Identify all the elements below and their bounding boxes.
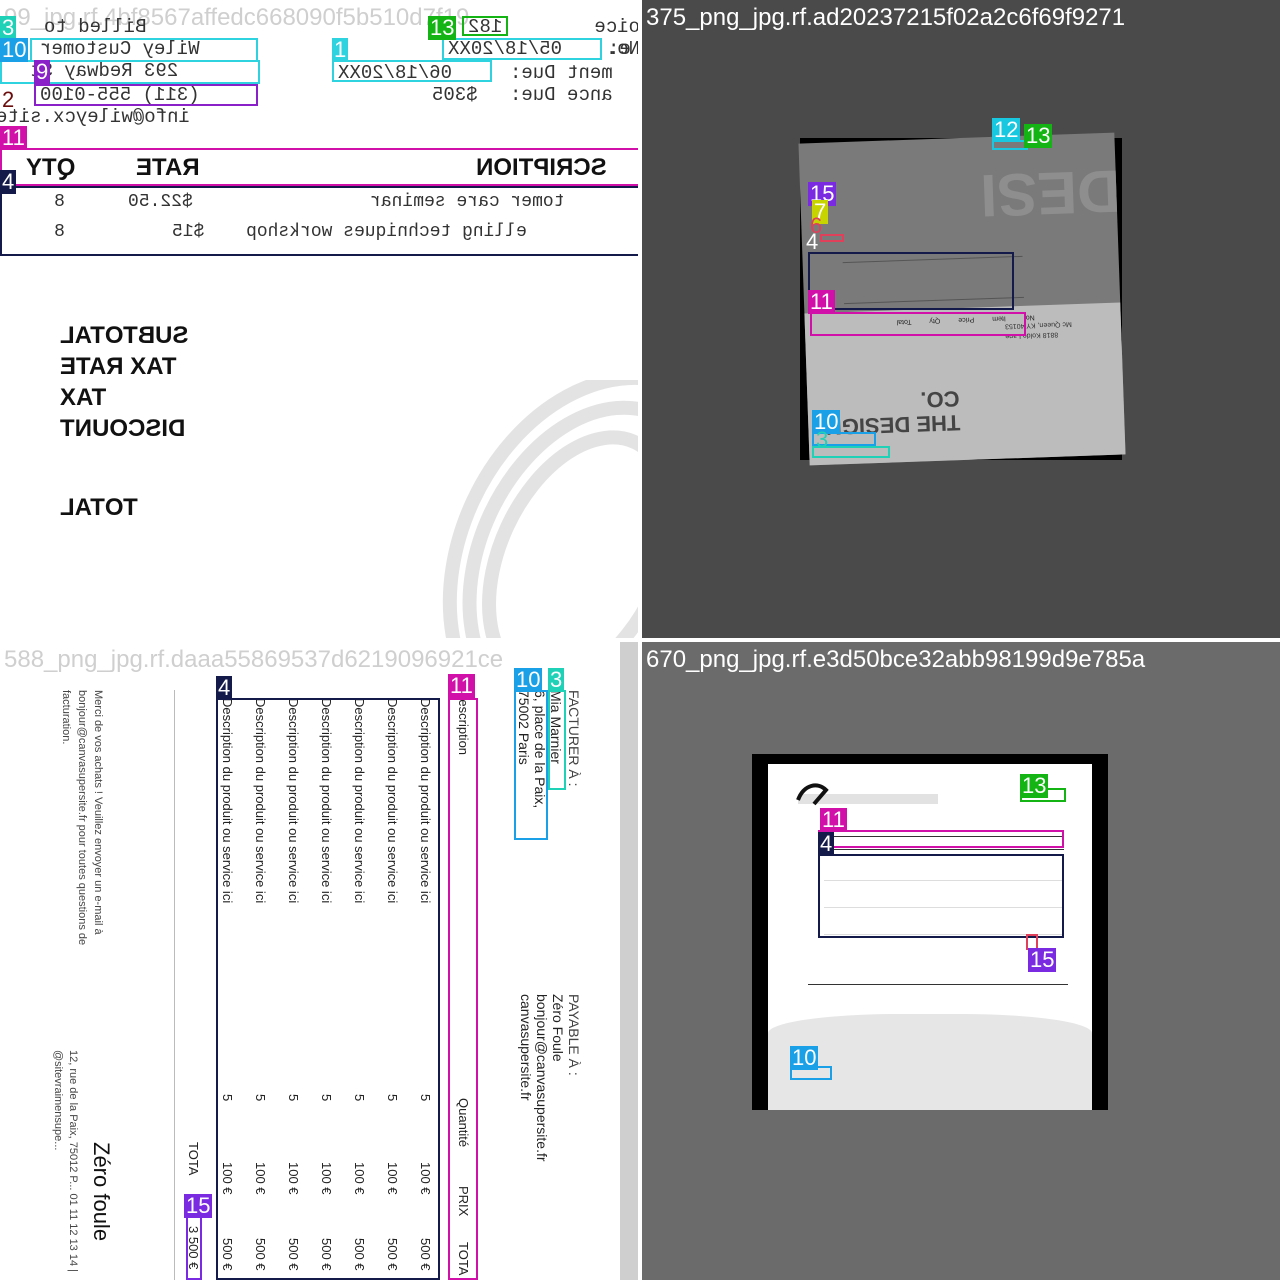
tag-3: 3: [816, 427, 829, 452]
bill-to-label: FACTURER À :: [566, 690, 582, 787]
customer-email: info@wileycx.site: [0, 106, 190, 128]
payee-email: bonjour@canvasupersite.fr: [534, 994, 550, 1162]
logo-icon: [796, 783, 829, 806]
panel-4: 670_png_jpg.rf.e3d50bce32abb98199d9e785a…: [642, 642, 1280, 1280]
totals-block: SUBTOTAL TAX RATE TAX DISCOUNT TOTAL: [60, 320, 188, 523]
bbox-client-name: [548, 690, 566, 790]
tag-4: 4: [0, 169, 17, 194]
panel-3-filename: 588_png_jpg.rf.daaa55869537d6219096921ce: [4, 646, 504, 673]
tag-4: 4: [216, 675, 233, 700]
tax-label: TAX: [60, 384, 107, 411]
page-edge: [620, 642, 638, 1280]
payable-label: PAYABLE À :: [566, 994, 582, 1076]
tag-13: 13: [1024, 123, 1053, 148]
tag-13: 13: [428, 15, 457, 40]
tag-3: 3: [548, 667, 565, 692]
footer-contact: 12, rue de la Paix, 75012 P... 01 11 12 …: [52, 1050, 79, 1273]
subtotal-label: SUBTOTAL: [60, 322, 189, 349]
tag-10: 10: [790, 1045, 819, 1070]
swirl-decoration: [442, 380, 638, 638]
tag-15: 15: [184, 1193, 213, 1218]
bbox-total: [186, 1216, 202, 1280]
tag-10: 10: [514, 667, 543, 692]
bbox-phone: [34, 84, 258, 106]
panel-4-filename: 670_png_jpg.rf.e3d50bce32abb98199d9e785a: [646, 646, 1146, 673]
total-label: TOTAL: [60, 494, 138, 521]
billed-to-label: Billed to: [44, 16, 147, 38]
divider: [174, 690, 175, 1280]
thank-you-note: Merci de vos achats ! Veuillez envoyer u…: [60, 690, 104, 946]
bbox-date: [442, 38, 602, 60]
bbox-customer: [30, 38, 258, 62]
bbox-table-header: [810, 312, 1026, 336]
tag-11: 11: [448, 673, 475, 698]
tag-11: 11: [820, 807, 847, 832]
bbox-due-date: [332, 60, 492, 82]
tag-2: 2: [2, 87, 15, 112]
panel-2-filename: 375_png_jpg.rf.ad20237215f02a2c6f69f9271: [646, 4, 1126, 31]
brand-logo: Zéro foule: [89, 1142, 114, 1242]
total-label: TOTA: [186, 1142, 201, 1176]
bbox-table-header: [818, 830, 1064, 848]
date-label: e:: [608, 38, 631, 60]
payee-site: canvasupersite.fr: [518, 994, 534, 1101]
divider: [808, 984, 1068, 985]
bbox-client-address: [514, 690, 548, 840]
tag-11: 11: [808, 289, 835, 314]
tag-12: 12: [992, 117, 1021, 142]
bbox-table-header: [448, 698, 478, 1280]
bbox-table-body: [216, 698, 440, 1280]
bbox-invoice-no: [462, 16, 508, 36]
tag-1: 1: [332, 37, 349, 62]
tag-4: 4: [818, 831, 835, 856]
tag-10: 10: [0, 37, 29, 62]
tag-13: 13: [1020, 773, 1049, 798]
balance-label: ance Due:: [510, 84, 613, 106]
tag-15: 15: [1028, 947, 1057, 972]
panel-1: 99_jpg.rf.4bf8567affedc668090f5b510d7f19…: [0, 0, 638, 638]
tax-rate-label: TAX RATE: [60, 353, 177, 380]
tag-4: 4: [806, 229, 819, 254]
watermark-letters: DESI: [979, 157, 1122, 230]
tag-11: 11: [0, 125, 27, 150]
bbox-table-body: [818, 854, 1064, 938]
bbox-table-body: [0, 186, 638, 256]
due-label: ment Due:: [510, 62, 613, 84]
bbox-table-body: [808, 252, 1014, 310]
bbox-table-header: [0, 148, 638, 186]
payee-name: Zéro Foule: [550, 994, 566, 1062]
tag-9: 9: [34, 59, 51, 84]
balance-value: $305: [432, 84, 478, 106]
panel-2: 375_png_jpg.rf.ad20237215f02a2c6f69f9271…: [642, 0, 1280, 638]
panel-3: 588_png_jpg.rf.daaa55869537d6219096921ce…: [0, 642, 638, 1280]
discount-label: DISCOUNT: [60, 415, 186, 442]
